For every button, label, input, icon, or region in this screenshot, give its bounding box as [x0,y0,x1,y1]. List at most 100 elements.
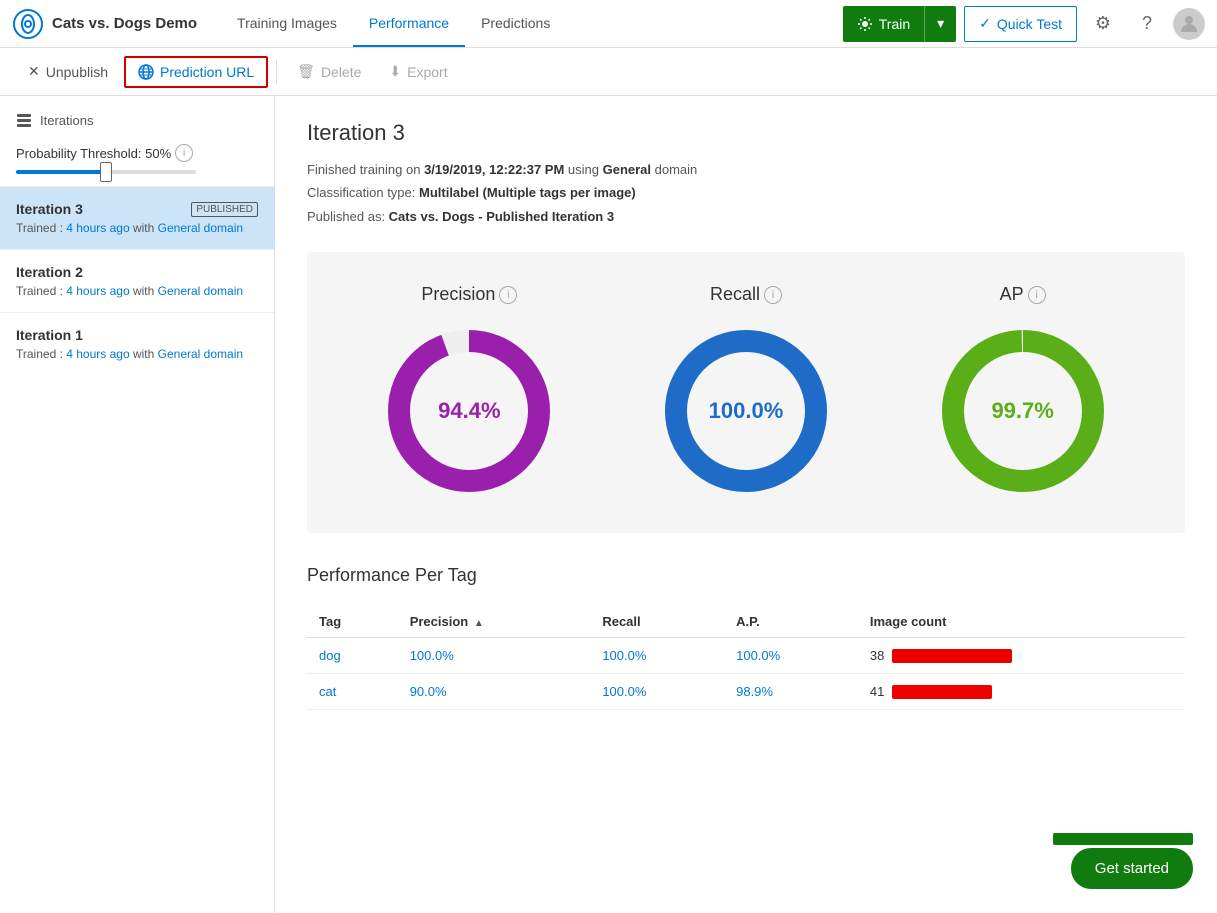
ap-title: AP i [1000,284,1046,305]
ap-donut: 99.7% [933,321,1113,501]
dog-bar-cell: 38 [870,648,1173,663]
main-layout: Iterations Probability Threshold: 50% i … [0,96,1217,913]
th-recall: Recall [590,606,724,638]
dog-recall: 100.0% [590,638,724,674]
ap-info-icon[interactable]: i [1028,286,1046,304]
iteration-2-info: Trained : 4 hours ago with General domai… [16,284,258,298]
th-precision[interactable]: Precision ▲ [398,606,591,638]
train-button[interactable]: Train ▾ [843,6,956,42]
export-icon: ⬇ [389,63,401,80]
iteration-1-name: Iteration 1 [16,327,83,343]
precision-info-icon[interactable]: i [499,286,517,304]
iteration-1-time-link[interactable]: 4 hours ago [66,347,129,361]
th-image-count: Image count [858,606,1185,638]
iteration-3-header: Iteration 3 PUBLISHED [16,201,258,217]
user-avatar[interactable] [1173,8,1205,40]
ap-value: 99.7% [991,398,1053,424]
recall-value: 100.0% [709,398,784,424]
iteration-2-time-link[interactable]: 4 hours ago [66,284,129,298]
train-button-main[interactable]: Train [843,6,924,42]
metrics-grid: Precision i 94.4% Recall [331,284,1161,501]
iteration-3-info: Trained : 4 hours ago with General domai… [16,221,258,235]
cat-bar [892,685,992,699]
delete-label: Delete [321,64,361,80]
threshold-section: Probability Threshold: 50% i [0,144,274,186]
iteration-3-time-link[interactable]: 4 hours ago [66,221,129,235]
header-actions: Train ▾ ✓ Quick Test ⚙ ? [843,6,1205,42]
recall-donut: 100.0% [656,321,836,501]
threshold-info-icon[interactable]: i [175,144,193,162]
x-icon: ✕ [28,63,40,80]
dropdown-chevron-icon: ▾ [937,15,944,32]
prediction-url-button[interactable]: Prediction URL [124,56,268,88]
recall-info-icon[interactable]: i [764,286,782,304]
trash-icon: 🗑 [297,63,315,80]
sidebar-item-iteration-3[interactable]: Iteration 3 PUBLISHED Trained : 4 hours … [0,186,274,249]
tab-performance[interactable]: Performance [353,1,465,47]
bottom-green-bar [1053,833,1193,845]
header: Cats vs. Dogs Demo Training Images Perfo… [0,0,1217,48]
help-icon: ? [1142,13,1152,34]
threshold-label: Probability Threshold: 50% i [16,144,258,162]
threshold-slider[interactable] [16,170,196,174]
published-badge: PUBLISHED [191,202,258,217]
delete-button[interactable]: 🗑 Delete [285,57,373,86]
iterations-icon [16,112,32,128]
iterations-header: Iterations [0,96,274,144]
slider-fill [16,170,106,174]
app-logo[interactable]: Cats vs. Dogs Demo [12,8,197,40]
iteration-2-domain-link[interactable]: General domain [158,284,243,298]
th-tag: Tag [307,606,398,638]
iterations-label: Iterations [40,113,93,128]
export-button[interactable]: ⬇ Export [377,57,459,86]
perf-per-tag-section: Performance Per Tag Tag Precision ▲ Reca… [307,565,1185,710]
recall-card: Recall i 100.0% [656,284,836,501]
tag-dog-link[interactable]: dog [319,648,341,663]
page-title: Iteration 3 [307,120,1185,146]
tab-predictions[interactable]: Predictions [465,1,566,47]
sidebar-item-iteration-1[interactable]: Iteration 1 Trained : 4 hours ago with G… [0,312,274,375]
th-ap: A.P. [724,606,858,638]
recall-title: Recall i [710,284,782,305]
precision-title: Precision i [421,284,517,305]
table-header-row: Tag Precision ▲ Recall A.P. Image count [307,606,1185,638]
gear-icon: ⚙ [1095,13,1111,34]
cat-count: 41 [870,684,884,699]
main-content: Iteration 3 Finished training on 3/19/20… [275,96,1217,913]
metrics-section: Precision i 94.4% Recall [307,252,1185,533]
cat-ap: 98.9% [724,674,858,710]
check-icon: ✓ [979,15,991,32]
cat-bar-cell: 41 [870,684,1173,699]
tag-cell-dog: dog [307,638,398,674]
iteration-1-header: Iteration 1 [16,327,258,343]
tag-cell-cat: cat [307,674,398,710]
sidebar-item-iteration-2[interactable]: Iteration 2 Trained : 4 hours ago with G… [0,249,274,312]
sort-asc-icon: ▲ [474,618,484,629]
dog-image-count-cell: 38 [858,638,1185,674]
prediction-url-label: Prediction URL [160,64,254,80]
nav-tabs: Training Images Performance Predictions [221,1,843,47]
ap-card: AP i 99.7% [933,284,1113,501]
iteration-1-domain-link[interactable]: General domain [158,347,243,361]
dog-count: 38 [870,648,884,663]
unpublish-label: Unpublish [46,64,108,80]
iteration-2-name: Iteration 2 [16,264,83,280]
precision-card: Precision i 94.4% [379,284,559,501]
precision-donut: 94.4% [379,321,559,501]
quick-test-button[interactable]: ✓ Quick Test [964,6,1077,42]
iteration-3-domain-link[interactable]: General domain [158,221,243,235]
tag-cat-link[interactable]: cat [319,684,336,699]
iteration-meta: Finished training on 3/19/2019, 12:22:37… [307,158,1185,228]
globe-icon [138,64,154,80]
help-button[interactable]: ? [1129,6,1165,42]
table-row: cat 90.0% 100.0% 98.9% 41 [307,674,1185,710]
get-started-button[interactable]: Get started [1071,848,1193,889]
cat-precision: 90.0% [398,674,591,710]
quick-test-label: Quick Test [997,16,1062,32]
tab-training-images[interactable]: Training Images [221,1,353,47]
unpublish-button[interactable]: ✕ Unpublish [16,57,120,86]
slider-thumb[interactable] [100,162,112,182]
avatar-icon [1177,12,1201,36]
train-dropdown-arrow[interactable]: ▾ [924,6,956,42]
settings-button[interactable]: ⚙ [1085,6,1121,42]
